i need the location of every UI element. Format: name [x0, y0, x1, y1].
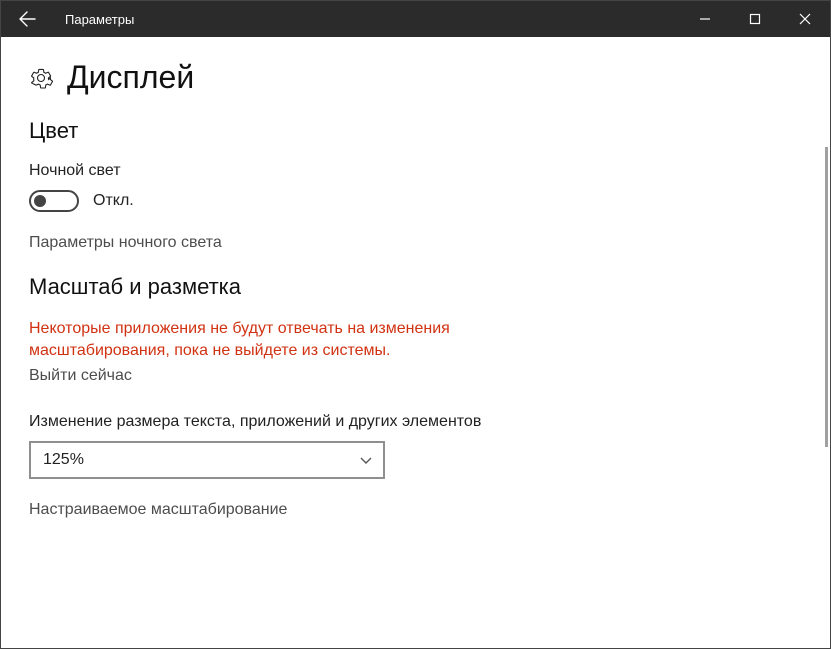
- page-title: Дисплей: [67, 59, 194, 96]
- section-scale: Масштаб и разметка: [29, 274, 792, 300]
- resize-label: Изменение размера текста, приложений и д…: [29, 413, 792, 431]
- toggle-state-text: Откл.: [93, 192, 134, 210]
- scroll-area: Дисплей Цвет Ночной свет Откл. Параметры…: [1, 37, 820, 648]
- close-button[interactable]: [780, 1, 830, 37]
- scale-selected-value: 125%: [43, 451, 84, 469]
- back-arrow-icon: [18, 10, 36, 28]
- maximize-button[interactable]: [730, 1, 780, 37]
- gear-icon: [29, 66, 53, 90]
- custom-scaling-link[interactable]: Настраиваемое масштабирование: [29, 501, 792, 519]
- scale-select[interactable]: 125%: [29, 441, 385, 479]
- night-light-label: Ночной свет: [29, 162, 792, 180]
- close-icon: [799, 13, 811, 25]
- section-color: Цвет: [29, 118, 792, 144]
- night-light-settings-link[interactable]: Параметры ночного света: [29, 234, 792, 252]
- title-bar: Параметры: [1, 1, 830, 37]
- content-area: Дисплей Цвет Ночной свет Откл. Параметры…: [1, 37, 830, 648]
- night-light-toggle[interactable]: [29, 190, 79, 212]
- night-light-toggle-row: Откл.: [29, 190, 792, 212]
- scale-warning: Некоторые приложения не будут отвечать н…: [29, 318, 589, 363]
- chevron-down-icon: [359, 453, 373, 467]
- window-controls: [680, 1, 830, 37]
- minimize-icon: [699, 13, 711, 25]
- toggle-knob: [34, 195, 46, 207]
- back-button[interactable]: [1, 1, 53, 37]
- maximize-icon: [749, 13, 761, 25]
- scrollbar[interactable]: [825, 147, 828, 447]
- minimize-button[interactable]: [680, 1, 730, 37]
- window-title: Параметры: [53, 12, 134, 27]
- sign-out-now-link[interactable]: Выйти сейчас: [29, 367, 792, 385]
- page-header: Дисплей: [29, 59, 792, 96]
